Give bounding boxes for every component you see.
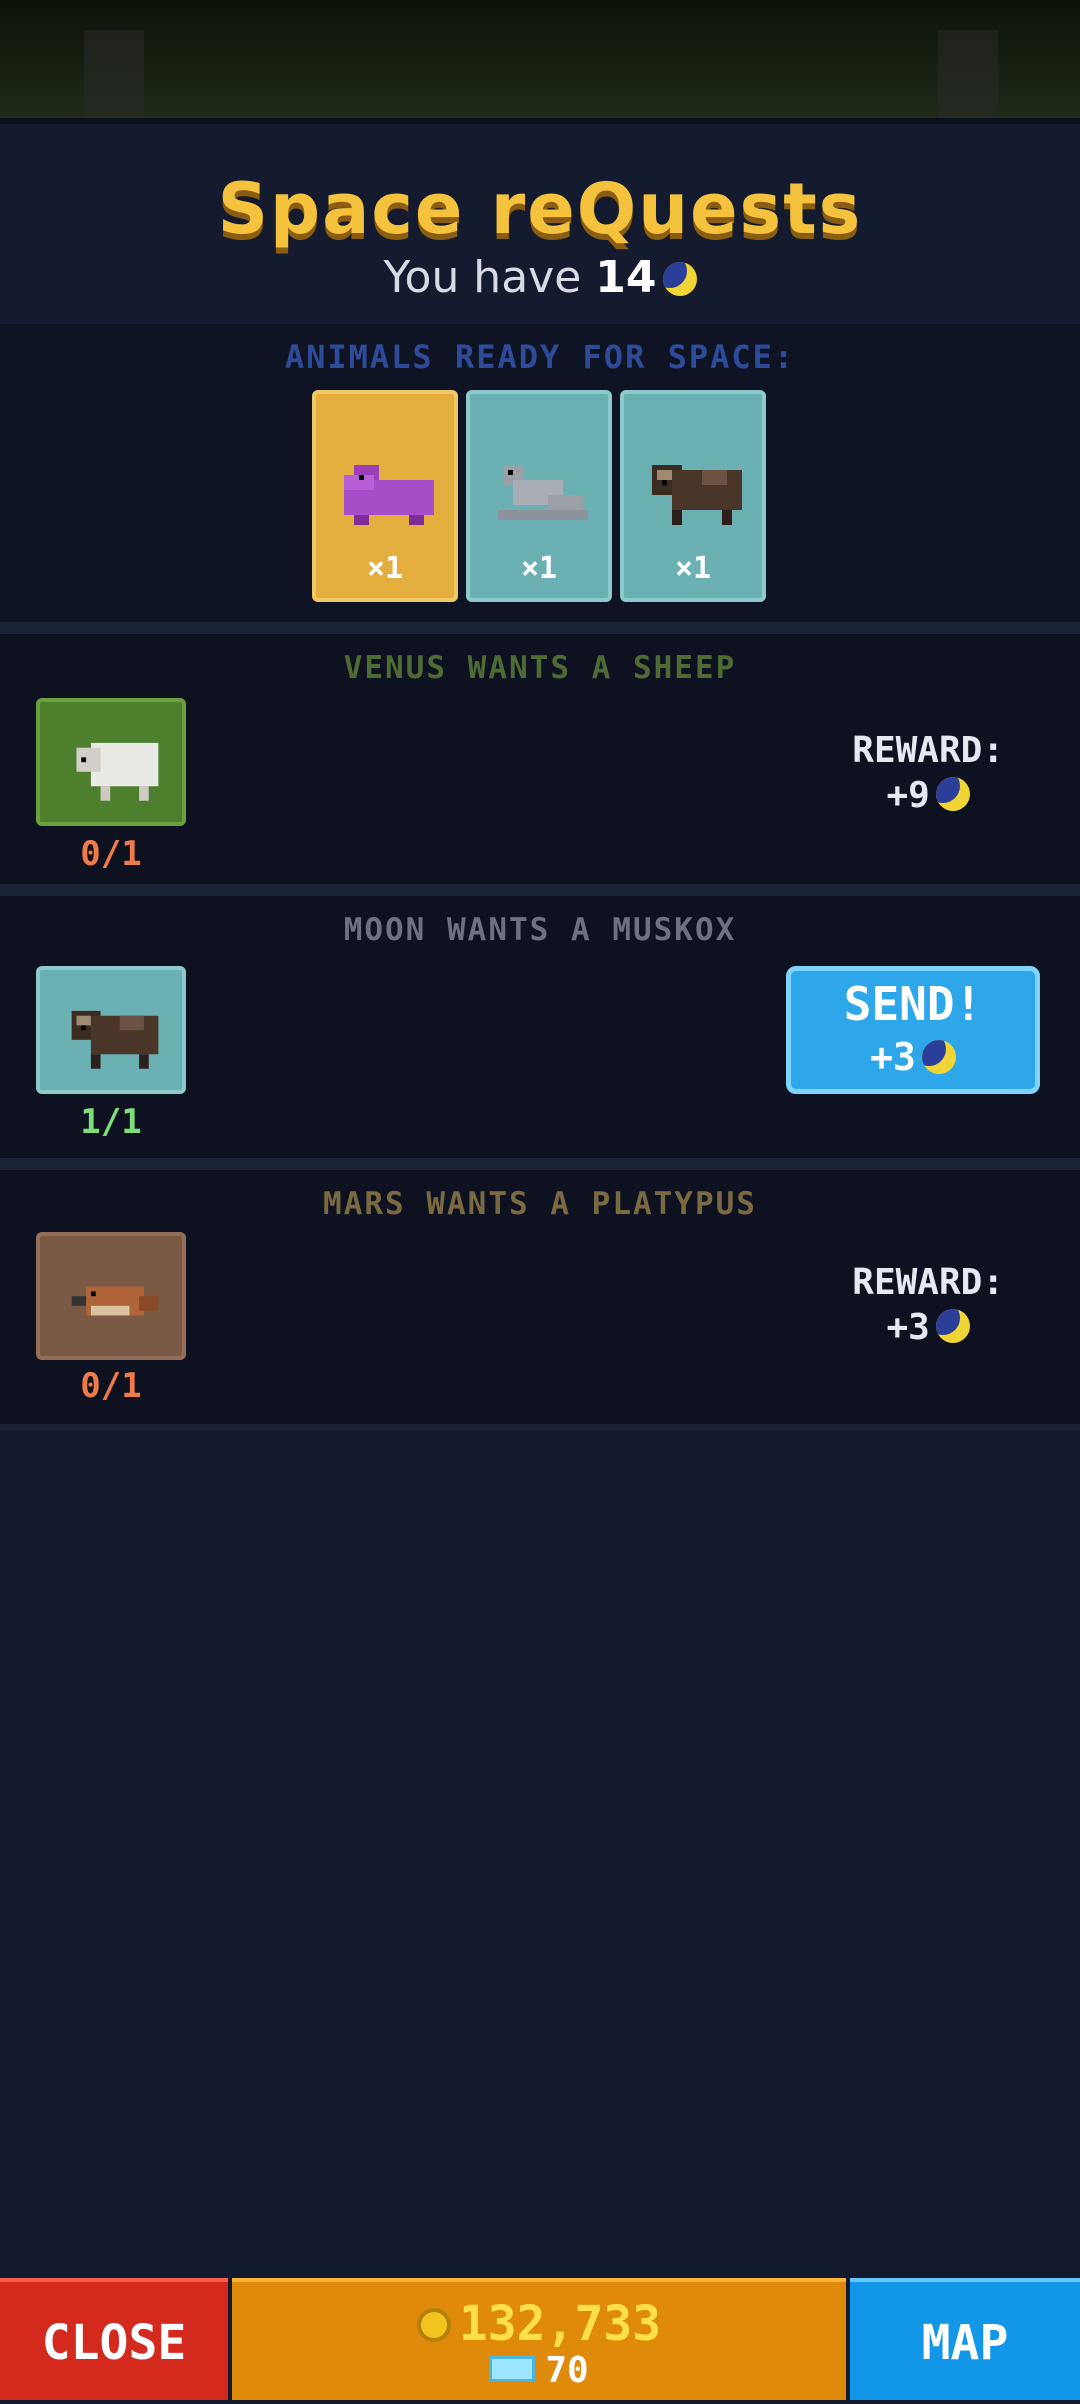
quest-animal-tile — [36, 966, 186, 1094]
platypus-icon — [71, 1286, 159, 1316]
balance-prefix: You have — [383, 252, 582, 303]
moon-icon — [935, 1309, 970, 1343]
reward-value-row: +9 — [852, 775, 1004, 816]
ready-animals-section: ANIMALS READY FOR SPACE: ×1 ×1 ×1 — [0, 324, 1080, 622]
muskox-icon — [71, 1010, 159, 1069]
quests-header: Space reQuests You have 14 — [0, 118, 1080, 330]
send-label: SEND! — [843, 977, 983, 1031]
divider — [0, 884, 1080, 896]
moon-count: 14 — [595, 252, 657, 303]
reward-value: +9 — [886, 775, 930, 816]
reward-value: +3 — [886, 1307, 930, 1348]
coin-amount: 132,733 — [458, 2296, 662, 2352]
quest-progress: 0/1 — [80, 1366, 142, 1406]
divider — [0, 1424, 1080, 1430]
quest-title: VENUS WANTS A SHEEP — [343, 650, 737, 686]
ticket-icon — [489, 2356, 536, 2382]
coin-balance: 132,733 — [232, 2296, 846, 2352]
quest-mars: MARS WANTS A PLATYPUS 0/1 REWARD: +3 — [0, 1170, 1080, 1424]
seal-icon — [498, 465, 588, 520]
quest-animal-tile — [36, 698, 186, 826]
send-button[interactable]: SEND! +3 — [786, 966, 1040, 1094]
send-reward-row: +3 — [791, 1035, 1035, 1079]
game-background-strip — [0, 0, 1080, 118]
moon-icon — [935, 777, 970, 811]
currency-panel: 132,733 70 — [232, 2278, 846, 2400]
coin-icon — [416, 2308, 451, 2342]
quest-venus: VENUS WANTS A SHEEP 0/1 REWARD: +9 — [0, 634, 1080, 884]
tree-silhouette — [84, 30, 144, 118]
ready-count: ×1 — [366, 551, 404, 586]
bottom-bar: CLOSE 132,733 70 MAP — [0, 2278, 1080, 2400]
hippo-icon — [344, 465, 434, 525]
divider — [0, 1158, 1080, 1170]
ready-count: ×1 — [520, 551, 558, 586]
close-button[interactable]: CLOSE — [0, 2278, 228, 2400]
moon-balance: You have 14 — [0, 252, 1080, 303]
muskox-icon — [652, 465, 742, 525]
ticket-amount: 70 — [545, 2350, 589, 2391]
quest-title: MOON WANTS A MUSKOX — [343, 912, 737, 948]
map-button[interactable]: MAP — [850, 2278, 1080, 2400]
tree-silhouette — [938, 30, 998, 118]
ready-card-hippo[interactable]: ×1 — [312, 390, 458, 602]
quest-moon: MOON WANTS A MUSKOX 1/1 SEND! +3 — [0, 896, 1080, 1158]
moon-icon — [662, 262, 697, 296]
page-title: Space reQuests — [217, 168, 863, 250]
ticket-balance: 70 — [232, 2350, 846, 2391]
quest-progress: 1/1 — [80, 1102, 142, 1142]
ready-card-seal[interactable]: ×1 — [466, 390, 612, 602]
quest-progress: 0/1 — [80, 834, 142, 874]
reward-label: REWARD: — [852, 730, 1004, 771]
ready-label: ANIMALS READY FOR SPACE: — [284, 338, 796, 376]
ready-card-muskox[interactable]: ×1 — [620, 390, 766, 602]
quest-animal-tile — [36, 1232, 186, 1360]
moon-icon — [921, 1040, 956, 1074]
ready-count: ×1 — [674, 551, 712, 586]
reward-label: REWARD: — [852, 1262, 1004, 1303]
reward-value-row: +3 — [852, 1307, 1004, 1348]
divider — [0, 622, 1080, 634]
reward-display: REWARD: +9 — [852, 730, 1004, 816]
sheep-icon — [76, 742, 159, 801]
send-reward-value: +3 — [870, 1035, 916, 1079]
reward-display: REWARD: +3 — [852, 1262, 1004, 1348]
quest-title: MARS WANTS A PLATYPUS — [323, 1186, 757, 1222]
